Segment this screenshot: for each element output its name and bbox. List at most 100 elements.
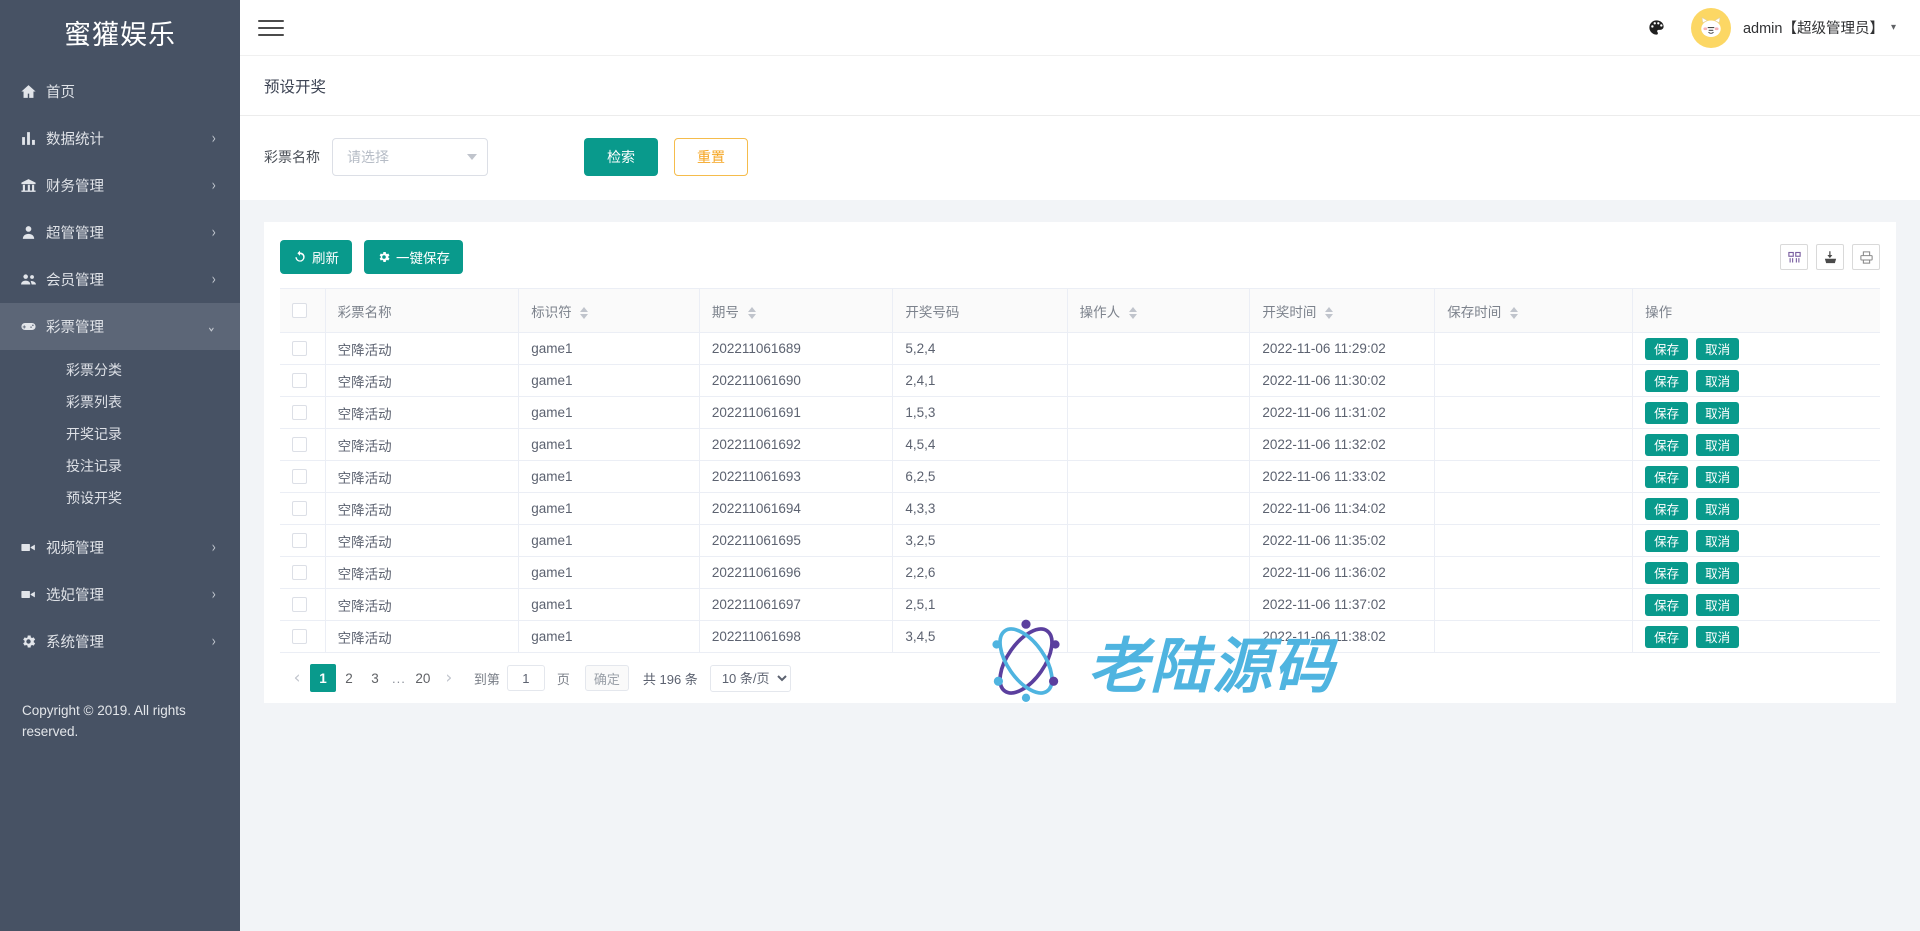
next-page-button[interactable]: ›: [436, 664, 462, 692]
row-save-button[interactable]: 保存: [1645, 626, 1688, 648]
table-body: 空降活动game12022110616895,2,42022-11-06 11:…: [280, 333, 1880, 653]
select-all-checkbox[interactable]: [292, 303, 307, 318]
row-cancel-button[interactable]: 取消: [1696, 594, 1739, 616]
row-cancel-button[interactable]: 取消: [1696, 402, 1739, 424]
sidebar-item-video[interactable]: 视频管理 ›: [0, 524, 240, 571]
cell-issue: 202211061695: [699, 525, 893, 557]
col-header-flag[interactable]: 标识符: [519, 289, 700, 333]
goto-confirm-button[interactable]: 确定: [585, 665, 629, 691]
sort-icon[interactable]: [1510, 307, 1518, 319]
save-all-button[interactable]: 一键保存: [364, 240, 463, 274]
sidebar-item-home[interactable]: 首页: [0, 68, 240, 115]
row-checkbox[interactable]: [292, 469, 307, 484]
row-checkbox[interactable]: [292, 405, 307, 420]
row-checkbox[interactable]: [292, 373, 307, 388]
refresh-button[interactable]: 刷新: [280, 240, 352, 274]
cell-operator: [1067, 365, 1250, 397]
row-cancel-button[interactable]: 取消: [1696, 626, 1739, 648]
refresh-label: 刷新: [312, 247, 339, 267]
row-cancel-button[interactable]: 取消: [1696, 498, 1739, 520]
col-label: 操作人: [1080, 305, 1121, 320]
row-checkbox[interactable]: [292, 437, 307, 452]
row-cancel-button[interactable]: 取消: [1696, 370, 1739, 392]
row-cancel-button[interactable]: 取消: [1696, 338, 1739, 360]
row-checkbox[interactable]: [292, 597, 307, 612]
columns-icon[interactable]: [1780, 244, 1808, 270]
sidebar-subitem-preset-draw[interactable]: 预设开奖: [0, 482, 240, 514]
sidebar-subitem-bet-records[interactable]: 投注记录: [0, 450, 240, 482]
cell-save-time: [1435, 621, 1633, 653]
cell-issue: 202211061693: [699, 461, 893, 493]
sidebar-subitem-draw-records[interactable]: 开奖记录: [0, 418, 240, 450]
row-checkbox[interactable]: [292, 533, 307, 548]
sidebar-subitem-lottery-category[interactable]: 彩票分类: [0, 354, 240, 386]
chevron-down-icon: [467, 154, 477, 160]
col-label: 保存时间: [1447, 305, 1501, 320]
col-label: 期号: [712, 305, 739, 320]
sort-icon[interactable]: [748, 307, 756, 319]
row-save-button[interactable]: 保存: [1645, 530, 1688, 552]
sidebar-item-admin[interactable]: 超管管理 ›: [0, 209, 240, 256]
cell-lottery-name: 空降活动: [325, 589, 519, 621]
row-save-button[interactable]: 保存: [1645, 338, 1688, 360]
goto-page-input[interactable]: [507, 665, 545, 691]
row-checkbox[interactable]: [292, 341, 307, 356]
print-icon[interactable]: [1852, 244, 1880, 270]
cell-actions: 保存取消: [1633, 333, 1880, 365]
cell-save-time: [1435, 365, 1633, 397]
col-header-save-time[interactable]: 保存时间: [1435, 289, 1633, 333]
row-cancel-button[interactable]: 取消: [1696, 466, 1739, 488]
page-number-1[interactable]: 1: [310, 664, 336, 692]
page-number-last[interactable]: 20: [410, 664, 436, 692]
row-save-button[interactable]: 保存: [1645, 402, 1688, 424]
row-checkbox[interactable]: [292, 565, 307, 580]
sidebar-item-statistics[interactable]: 数据统计 ›: [0, 115, 240, 162]
lottery-name-select-value: 请选择: [347, 147, 467, 167]
cell-numbers: 2,2,6: [893, 557, 1067, 589]
reset-button[interactable]: 重置: [674, 138, 748, 176]
sidebar: 蜜獾娱乐 首页 数据统计 › 财务管理: [0, 0, 240, 931]
prev-page-button[interactable]: ‹: [284, 664, 310, 692]
export-icon[interactable]: [1816, 244, 1844, 270]
col-header-issue[interactable]: 期号: [699, 289, 893, 333]
cell-draw-time: 2022-11-06 11:32:02: [1250, 429, 1435, 461]
row-cancel-button[interactable]: 取消: [1696, 530, 1739, 552]
sidebar-item-concubine[interactable]: 选妃管理 ›: [0, 571, 240, 618]
sidebar-item-system[interactable]: 系统管理 ›: [0, 618, 240, 665]
row-save-button[interactable]: 保存: [1645, 434, 1688, 456]
sort-icon[interactable]: [1129, 307, 1137, 319]
row-checkbox[interactable]: [292, 629, 307, 644]
lottery-name-select[interactable]: 请选择: [332, 138, 488, 176]
sidebar-subitem-lottery-list[interactable]: 彩票列表: [0, 386, 240, 418]
sidebar-item-members[interactable]: 会员管理 ›: [0, 256, 240, 303]
palette-icon[interactable]: [1641, 12, 1673, 44]
row-save-button[interactable]: 保存: [1645, 370, 1688, 392]
row-checkbox-cell: [280, 397, 325, 429]
search-button[interactable]: 检索: [584, 138, 658, 176]
row-checkbox-cell: [280, 365, 325, 397]
user-menu[interactable]: admin【超级管理员】 ▾: [1691, 8, 1896, 48]
cell-draw-time: 2022-11-06 11:31:02: [1250, 397, 1435, 429]
sidebar-item-lottery[interactable]: 彩票管理 ⌄: [0, 303, 240, 350]
page-size-select[interactable]: 10 条/页: [710, 665, 791, 692]
row-save-button[interactable]: 保存: [1645, 498, 1688, 520]
row-cancel-button[interactable]: 取消: [1696, 434, 1739, 456]
row-save-button[interactable]: 保存: [1645, 466, 1688, 488]
cell-flag: game1: [519, 621, 700, 653]
cell-save-time: [1435, 493, 1633, 525]
sidebar-item-finance[interactable]: 财务管理 ›: [0, 162, 240, 209]
hamburger-icon[interactable]: [258, 15, 284, 41]
col-header-draw-time[interactable]: 开奖时间: [1250, 289, 1435, 333]
cell-save-time: [1435, 429, 1633, 461]
page-number-3[interactable]: 3: [362, 664, 388, 692]
sort-icon[interactable]: [1325, 307, 1333, 319]
table-row: 空降活动game12022110616953,2,52022-11-06 11:…: [280, 525, 1880, 557]
row-checkbox[interactable]: [292, 501, 307, 516]
row-save-button[interactable]: 保存: [1645, 594, 1688, 616]
row-cancel-button[interactable]: 取消: [1696, 562, 1739, 584]
page-number-2[interactable]: 2: [336, 664, 362, 692]
col-header-operator[interactable]: 操作人: [1067, 289, 1250, 333]
sort-icon[interactable]: [580, 307, 588, 319]
row-save-button[interactable]: 保存: [1645, 562, 1688, 584]
cell-draw-time: 2022-11-06 11:38:02: [1250, 621, 1435, 653]
